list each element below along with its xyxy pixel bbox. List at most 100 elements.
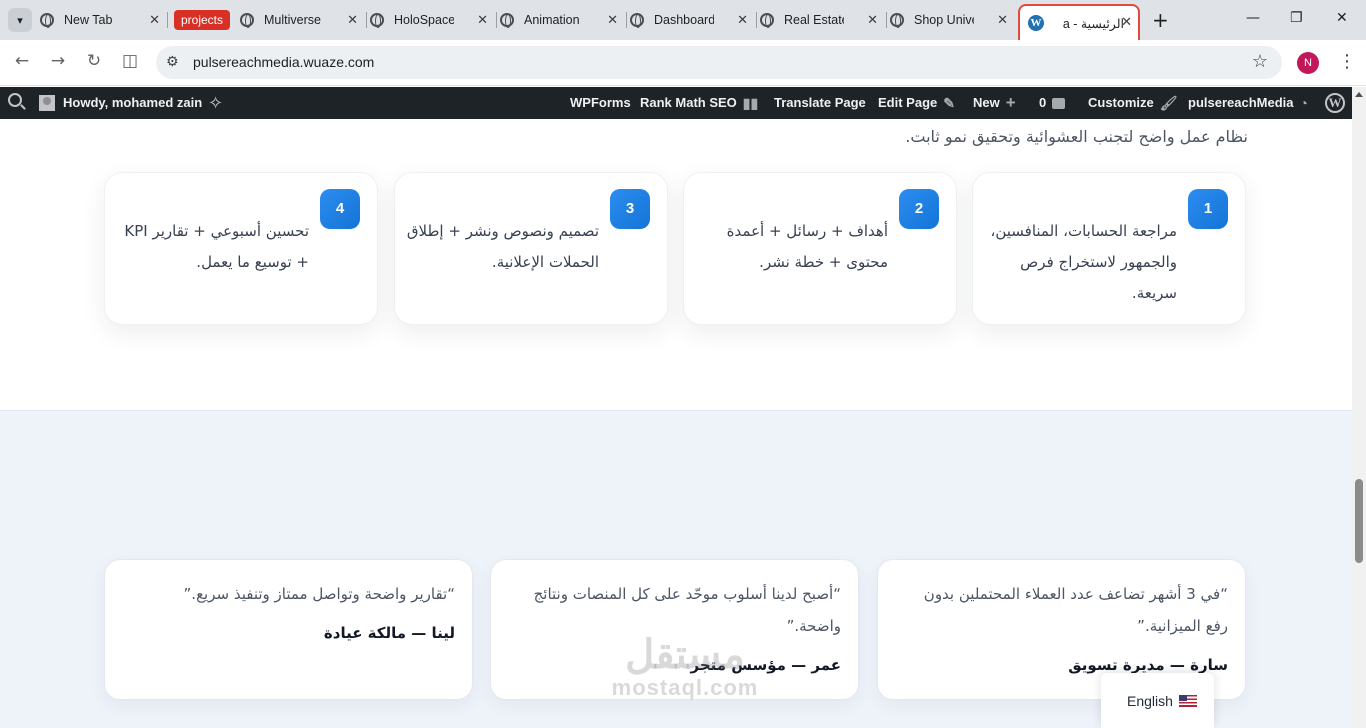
step-number-badge: 4 <box>320 189 360 229</box>
globe-icon <box>240 13 254 28</box>
reload-icon[interactable]: ↻ <box>82 51 106 71</box>
profile-avatar[interactable]: N <box>1297 52 1319 74</box>
tab-title: Dashboard <box>654 13 714 27</box>
close-icon[interactable]: ✕ <box>997 12 1008 28</box>
address-bar[interactable]: ⚙ pulsereachmedia.wuaze.com ☆ <box>156 46 1282 79</box>
globe-icon <box>890 13 904 28</box>
chrome-icon <box>40 13 54 28</box>
tab-title: Shop Unive <box>914 13 974 27</box>
ai-sparkle-icon[interactable]: ✧ <box>208 87 223 119</box>
tab-separator <box>496 12 497 28</box>
new-tab-button[interactable]: + <box>1152 10 1169 30</box>
more-menu-icon[interactable]: ⋮ <box>1338 50 1356 74</box>
tab-holospace[interactable]: HoloSpace ✕ <box>370 6 494 34</box>
new-content-menu[interactable]: New + <box>973 87 1016 119</box>
wordpress-logo-icon[interactable]: W <box>1325 93 1345 113</box>
tab-title: Multiverse <box>264 13 321 27</box>
page-scrollbar[interactable] <box>1352 87 1366 728</box>
close-icon[interactable]: ✕ <box>737 12 748 28</box>
step-text: تحسين أسبوعي + تقارير KPI + توسيع ما يعم… <box>124 222 309 271</box>
tab-title: الرئيسية - a <box>1062 16 1124 31</box>
testimonial-quote: “في 3 أشهر تضاعف عدد العملاء المحتملين ب… <box>923 585 1228 635</box>
watermark-latin: mostaql.com <box>611 675 759 700</box>
tab-animation[interactable]: Animation ✕ <box>500 6 624 34</box>
plus-icon: + <box>1005 93 1016 112</box>
rankmath-chart-icon: ▮▮ <box>742 95 759 111</box>
close-icon[interactable]: ✕ <box>347 12 358 28</box>
step-card: 3 تصميم ونصوص ونشر + إطلاق الحملات الإعل… <box>394 172 668 325</box>
pencil-icon: ✎ <box>943 95 955 111</box>
close-icon[interactable]: ✕ <box>607 12 618 28</box>
site-name-menu[interactable]: pulsereachMedia ◔ <box>1188 87 1308 119</box>
tab-new-tab[interactable]: New Tab ✕ <box>40 6 166 34</box>
comment-bubble-icon <box>1052 97 1066 109</box>
edit-page-label: Edit Page <box>878 95 938 110</box>
tab-shop[interactable]: Shop Unive ✕ <box>890 6 1014 34</box>
language-switcher[interactable]: English <box>1101 673 1214 728</box>
wpforms-menu[interactable]: WPForms <box>570 87 631 119</box>
scrollbar-thumb[interactable] <box>1355 479 1363 563</box>
testimonial-card: “تقارير واضحة وتواصل ممتاز وتنفيذ سريع.”… <box>104 559 473 700</box>
close-icon[interactable]: ✕ <box>149 12 160 28</box>
tab-multiverse[interactable]: Multiverse ✕ <box>240 6 364 34</box>
split-view-icon[interactable]: ◫ <box>118 51 142 71</box>
back-arrow-icon[interactable]: ← <box>10 51 34 71</box>
search-icon[interactable] <box>8 93 22 107</box>
window-close-icon[interactable]: ✕ <box>1336 10 1348 26</box>
edit-page-link[interactable]: Edit Page ✎ <box>878 87 955 119</box>
customize-link[interactable]: Customize 🖌 <box>1088 87 1178 119</box>
brush-icon: 🖌 <box>1159 95 1178 111</box>
step-text: تصميم ونصوص ونشر + إطلاق الحملات الإعلان… <box>406 222 599 271</box>
close-icon[interactable]: ✕ <box>477 12 488 28</box>
language-label: English <box>1127 693 1173 709</box>
step-card: 1 مراجعة الحسابات، المنافسين، والجمهور ل… <box>972 172 1246 325</box>
dashboard-gauge-icon: ◔ <box>1299 95 1308 111</box>
close-icon[interactable]: ✕ <box>867 12 878 28</box>
howdy-menu[interactable]: Howdy, mohamed zain <box>39 87 202 119</box>
tab-separator <box>886 12 887 28</box>
wordpress-favicon-icon: W <box>1028 15 1044 31</box>
globe-icon <box>630 13 644 28</box>
step-number-badge: 3 <box>610 189 650 229</box>
step-text: مراجعة الحسابات، المنافسين، والجمهور لاس… <box>990 222 1178 302</box>
forward-arrow-icon[interactable]: → <box>46 51 70 71</box>
restore-icon[interactable]: ❐ <box>1290 10 1303 26</box>
tab-strip: ▾ New Tab ✕ projects Multiverse ✕ HoloSp… <box>0 0 1366 40</box>
step-card: 4 تحسين أسبوعي + تقارير KPI + توسيع ما ي… <box>104 172 378 325</box>
testimonial-author: لينا — مالكة عيادة <box>323 624 455 642</box>
globe-icon <box>760 13 774 28</box>
close-icon[interactable]: ✕ <box>1121 14 1132 30</box>
tab-group-chip[interactable]: projects <box>174 10 231 30</box>
step-text: أهداف + رسائل + أعمدة محتوى + خطة نشر. <box>726 222 888 271</box>
bookmark-star-icon[interactable]: ☆ <box>1252 51 1268 72</box>
scroll-up-arrow-icon[interactable] <box>1355 92 1363 97</box>
tab-real-estate[interactable]: Real Estate ✕ <box>760 6 884 34</box>
tab-separator <box>167 12 168 28</box>
site-name-label: pulsereachMedia <box>1188 95 1294 110</box>
globe-icon <box>500 13 514 28</box>
tab-separator <box>626 12 627 28</box>
customize-label: Customize <box>1088 95 1154 110</box>
tab-search-button[interactable]: ▾ <box>8 8 32 32</box>
browser-toolbar: ← → ↻ ◫ ⚙ pulsereachmedia.wuaze.com ☆ N … <box>0 40 1366 86</box>
rankmath-menu[interactable]: Rank Math SEO ▮▮ <box>640 87 758 119</box>
process-intro: نظام عمل واضح لتجنب العشوائية وتحقيق نمو… <box>905 127 1248 146</box>
site-info-icon[interactable]: ⚙ <box>166 54 179 70</box>
step-card: 2 أهداف + رسائل + أعمدة محتوى + خطة نشر. <box>683 172 957 325</box>
step-number-badge: 2 <box>899 189 939 229</box>
url-text[interactable]: pulsereachmedia.wuaze.com <box>193 54 374 70</box>
comments-link[interactable]: 0 <box>1039 87 1066 119</box>
testimonial-author: سارة — مديرة تسويق <box>1068 656 1228 674</box>
step-number-badge: 1 <box>1188 189 1228 229</box>
page-content: نظام عمل واضح لتجنب العشوائية وتحقيق نمو… <box>0 119 1352 728</box>
user-avatar-icon <box>39 95 55 111</box>
minimize-icon[interactable]: — <box>1246 10 1260 26</box>
mostaql-watermark: مستقل mostaql.com <box>600 633 770 699</box>
tab-home-active[interactable]: W الرئيسية - a ✕ <box>1018 4 1140 40</box>
us-flag-icon <box>1179 695 1197 707</box>
tab-separator <box>366 12 367 28</box>
rankmath-label: Rank Math SEO <box>640 95 737 110</box>
tab-dashboard[interactable]: Dashboard ✕ <box>630 6 754 34</box>
tab-title: Animation <box>524 13 580 27</box>
translate-page-link[interactable]: Translate Page <box>774 87 866 119</box>
